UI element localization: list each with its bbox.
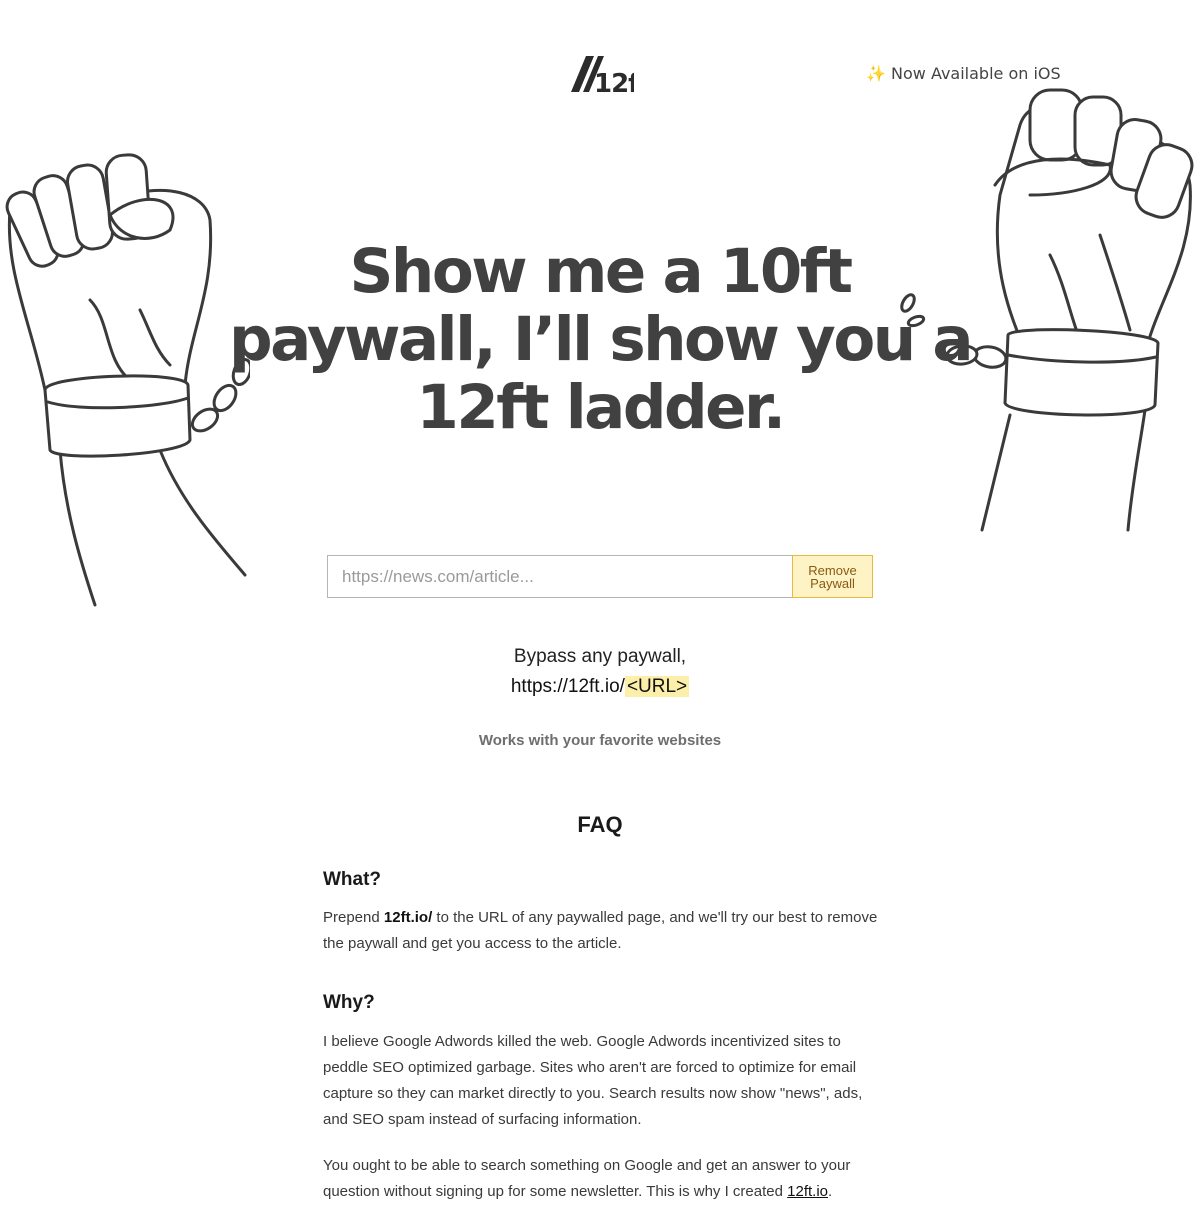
hero-heading: Show me a 10ft paywall, I’ll show you a … <box>200 238 1000 442</box>
remove-paywall-label-2: Paywall <box>810 575 855 591</box>
faq-answer-what-bold: 12ft.io/ <box>383 909 433 926</box>
faq-question-what: What? <box>323 869 382 890</box>
faq-answer-why-2: You ought to be able to search something… <box>323 1153 883 1205</box>
article-url-input[interactable] <box>327 555 792 598</box>
bypass-text: Bypass any paywall, <box>513 646 687 667</box>
hero-line-2: paywall, I’ll show you a <box>228 304 974 375</box>
faq-title: FAQ <box>577 812 623 837</box>
hero-line-1: Show me a 10ft <box>349 236 853 307</box>
ios-available-link[interactable]: ✨ Now Available on iOS <box>866 64 1061 83</box>
logo-text: 12ft <box>594 69 634 96</box>
bypass-url-tag: <URL> <box>624 676 690 697</box>
faq-question-why: Why? <box>323 992 375 1013</box>
faq-answer-why-2-before: You ought to be able to search something… <box>323 1157 851 1200</box>
logo-mark-icon: 12ft <box>571 56 651 99</box>
bypass-url-example: https://12ft.io/<URL> <box>300 676 900 698</box>
hero-line-3: 12ft ladder. <box>416 372 786 443</box>
faq-answer-what-before: Prepend <box>323 909 384 926</box>
faq-answer-what: Prepend 12ft.io/ to the URL of any paywa… <box>323 905 883 957</box>
bypass-url-prefix: https://12ft.io/ <box>510 676 625 697</box>
works-with-websites-label: Works with your favorite websites <box>478 732 722 749</box>
logo[interactable]: 12ft <box>566 54 651 99</box>
12ft-link[interactable]: 12ft.io <box>787 1183 828 1200</box>
faq-answer-why-2-after: . <box>828 1183 833 1200</box>
remove-paywall-button[interactable]: Remove Paywall <box>792 555 873 598</box>
paywall-form: Remove Paywall <box>327 555 873 598</box>
faq-answer-why-1: I believe Google Adwords killed the web.… <box>323 1033 863 1128</box>
